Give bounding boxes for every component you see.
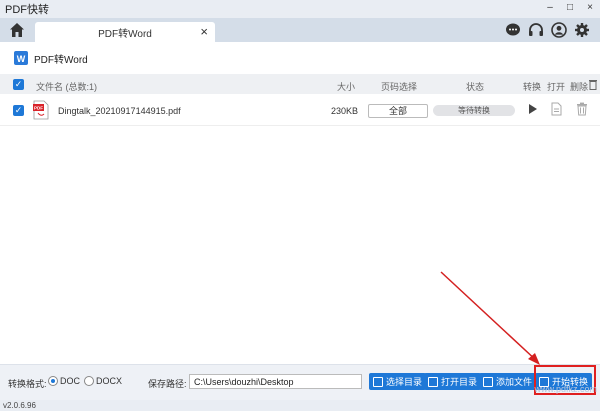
tab-pdf-to-word[interactable]: PDF转Word × <box>35 22 215 42</box>
file-list: ✓ PDF Dingtalk_20210917144915.pdf 230KB … <box>0 94 600 364</box>
close-button[interactable]: × <box>584 2 596 14</box>
folder-open-icon <box>428 376 438 387</box>
delete-all-icon[interactable] <box>588 79 598 90</box>
gear-icon[interactable] <box>574 22 590 38</box>
select-all-checkbox[interactable]: ✓ <box>13 79 24 90</box>
word-icon: W <box>14 51 28 65</box>
tab-label: PDF转Word <box>98 28 152 40</box>
version-label: v2.0.6.96 <box>0 400 600 411</box>
format-radio-doc[interactable] <box>48 376 58 386</box>
pdf-file-icon: PDF <box>33 100 49 120</box>
file-name: Dingtalk_20210917144915.pdf <box>58 106 181 116</box>
title-bar: PDF快转 – □ × <box>0 0 600 18</box>
row-checkbox[interactable]: ✓ <box>13 105 24 116</box>
minimize-button[interactable]: – <box>544 2 556 14</box>
home-icon[interactable] <box>9 22 25 38</box>
column-size: 大小 <box>337 82 356 92</box>
trash-icon[interactable] <box>575 102 589 116</box>
column-convert: 转换 <box>523 82 542 92</box>
tab-bar: PDF转Word × <box>0 18 600 42</box>
page-title: PDF转Word <box>34 54 88 66</box>
maximize-button[interactable]: □ <box>564 2 576 14</box>
page-header: W PDF转Word <box>0 42 600 74</box>
svg-text:W: W <box>17 54 26 64</box>
save-path-input[interactable] <box>189 374 362 389</box>
format-option-docx[interactable]: DOCX <box>96 376 122 386</box>
format-radio-docx[interactable] <box>84 376 94 386</box>
open-file-icon[interactable] <box>549 102 563 116</box>
table-row[interactable]: ✓ PDF Dingtalk_20210917144915.pdf 230KB … <box>0 94 600 126</box>
plus-icon <box>483 376 493 387</box>
watermark: www.pdfkz.com <box>534 384 597 394</box>
page-range-select[interactable]: 全部 <box>368 104 428 118</box>
footer-toolbar: 转换格式: DOC DOCX 保存路径: 选择目录 打开目录 添加文件 开始转换 <box>0 364 600 400</box>
format-label: 转换格式: <box>8 379 47 389</box>
add-file-button[interactable]: 添加文件 <box>479 373 537 390</box>
format-option-doc[interactable]: DOC <box>60 376 80 386</box>
column-status: 状态 <box>466 82 485 92</box>
tab-close-icon[interactable]: × <box>200 24 208 39</box>
status-badge: 等待转换 <box>433 105 515 116</box>
column-open: 打开 <box>547 82 566 92</box>
file-list-header: ✓ 文件名 (总数:1) 大小 页码选择 状态 转换 打开 删除 <box>0 74 600 94</box>
save-path-label: 保存路径: <box>148 379 187 389</box>
play-icon[interactable] <box>525 102 539 116</box>
user-icon[interactable] <box>551 22 567 38</box>
column-filename: 文件名 (总数:1) <box>36 82 98 92</box>
chat-icon[interactable] <box>505 22 521 38</box>
column-delete: 删除 <box>570 82 589 92</box>
column-pages: 页码选择 <box>381 82 418 92</box>
file-size: 230KB <box>331 106 359 116</box>
svg-text:PDF: PDF <box>34 106 43 111</box>
select-directory-button[interactable]: 选择目录 <box>369 373 427 390</box>
folder-select-icon <box>373 376 383 387</box>
headset-icon[interactable] <box>528 22 544 38</box>
open-directory-button[interactable]: 打开目录 <box>424 373 482 390</box>
app-title: PDF快转 <box>5 4 49 16</box>
